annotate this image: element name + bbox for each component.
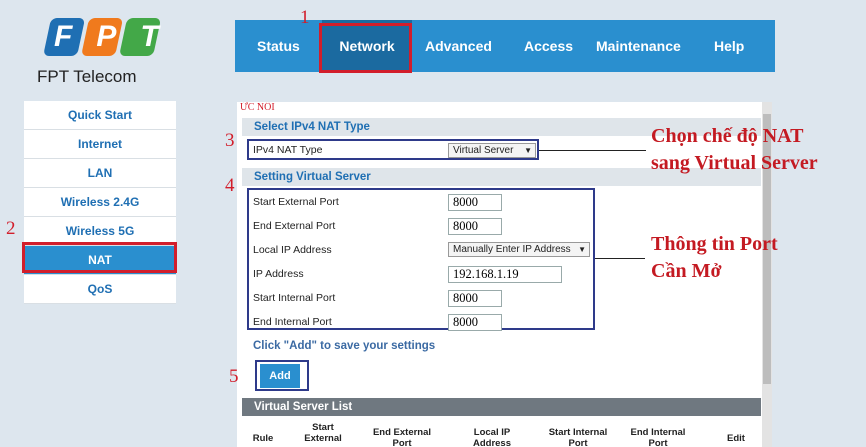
ip-address-input[interactable]: 192.168.1.19 <box>448 266 562 283</box>
logo-subtitle: FPT Telecom <box>37 67 137 86</box>
step-3-label: 3 <box>225 130 235 151</box>
sidebar-item-internet[interactable]: Internet <box>24 130 176 159</box>
add-button-box <box>255 360 309 391</box>
save-hint-text: Click "Add" to save your settings <box>253 340 436 352</box>
network-highlight <box>319 23 412 73</box>
column-end-external-port: End External Port <box>372 427 432 447</box>
nav-advanced[interactable]: Advanced <box>425 20 492 72</box>
step-4-label: 4 <box>225 175 235 196</box>
corner-text: ỨC NỐI <box>240 102 275 113</box>
nat-highlight <box>22 242 177 273</box>
column-rule: Rule <box>252 433 274 444</box>
step-1-label: 1 <box>300 7 310 28</box>
step-2-label: 2 <box>6 218 16 239</box>
nav-access[interactable]: Access <box>524 20 573 72</box>
nat-type-label: IPv4 NAT Type <box>253 144 323 156</box>
end-external-port-label: End External Port <box>253 220 336 232</box>
column-end-internal-port: End Internal Port <box>630 427 686 447</box>
nat-annotation-line1: Chọn chế độ NAT <box>651 125 804 147</box>
start-internal-port-label: Start Internal Port <box>253 292 336 304</box>
nav-help[interactable]: Help <box>714 20 744 72</box>
start-internal-port-input[interactable]: 8000 <box>448 290 502 307</box>
nat-type-value: Virtual Server <box>453 145 514 156</box>
dropdown-arrow-icon: ▼ <box>578 245 586 254</box>
dropdown-arrow-icon: ▼ <box>524 146 532 155</box>
local-ip-address-value: Manually Enter IP Address <box>453 244 571 255</box>
nav-status[interactable]: Status <box>257 20 300 72</box>
sidebar-item-wireless-24g[interactable]: Wireless 2.4G <box>24 188 176 217</box>
nat-annotation-line2: sang Virtual Server <box>651 152 818 174</box>
sidebar-item-lan[interactable]: LAN <box>24 159 176 188</box>
sidebar-item-quick-start[interactable]: Quick Start <box>24 101 176 130</box>
column-start-internal-port: Start Internal Port <box>548 427 608 447</box>
port-annotation-line2: Cần Mở <box>651 260 722 282</box>
end-internal-port-label: End Internal Port <box>253 316 332 328</box>
logo-letters: FPT <box>54 20 183 53</box>
column-edit: Edit <box>727 433 745 444</box>
ip-address-label: IP Address <box>253 268 304 280</box>
sidebar-menu: Quick Start Internet LAN Wireless 2.4G W… <box>24 101 176 304</box>
top-navigation: Status Network Advanced Access Maintenan… <box>235 20 775 72</box>
nav-maintenance[interactable]: Maintenance <box>596 20 681 72</box>
column-start-external: Start External <box>304 422 342 444</box>
virtual-server-list-header: Virtual Server List <box>242 398 761 416</box>
end-internal-port-input[interactable]: 8000 <box>448 314 502 331</box>
local-ip-address-select[interactable]: Manually Enter IP Address ▼ <box>448 242 590 257</box>
step-5-label: 5 <box>229 366 239 387</box>
start-external-port-input[interactable]: 8000 <box>448 194 502 211</box>
end-external-port-input[interactable]: 8000 <box>448 218 502 235</box>
start-external-port-label: Start External Port <box>253 196 339 208</box>
column-local-ip-address: Local IP Address <box>472 427 511 447</box>
nat-type-select[interactable]: Virtual Server ▼ <box>448 143 536 158</box>
port-annotation-line1: Thông tin Port <box>651 233 778 255</box>
fpt-logo: FPT <box>38 14 163 64</box>
nat-annotation-line <box>539 150 646 151</box>
port-annotation-line <box>595 258 645 259</box>
port-settings-box <box>247 188 595 330</box>
local-ip-address-label: Local IP Address <box>253 244 332 256</box>
sidebar-item-qos[interactable]: QoS <box>24 275 176 304</box>
